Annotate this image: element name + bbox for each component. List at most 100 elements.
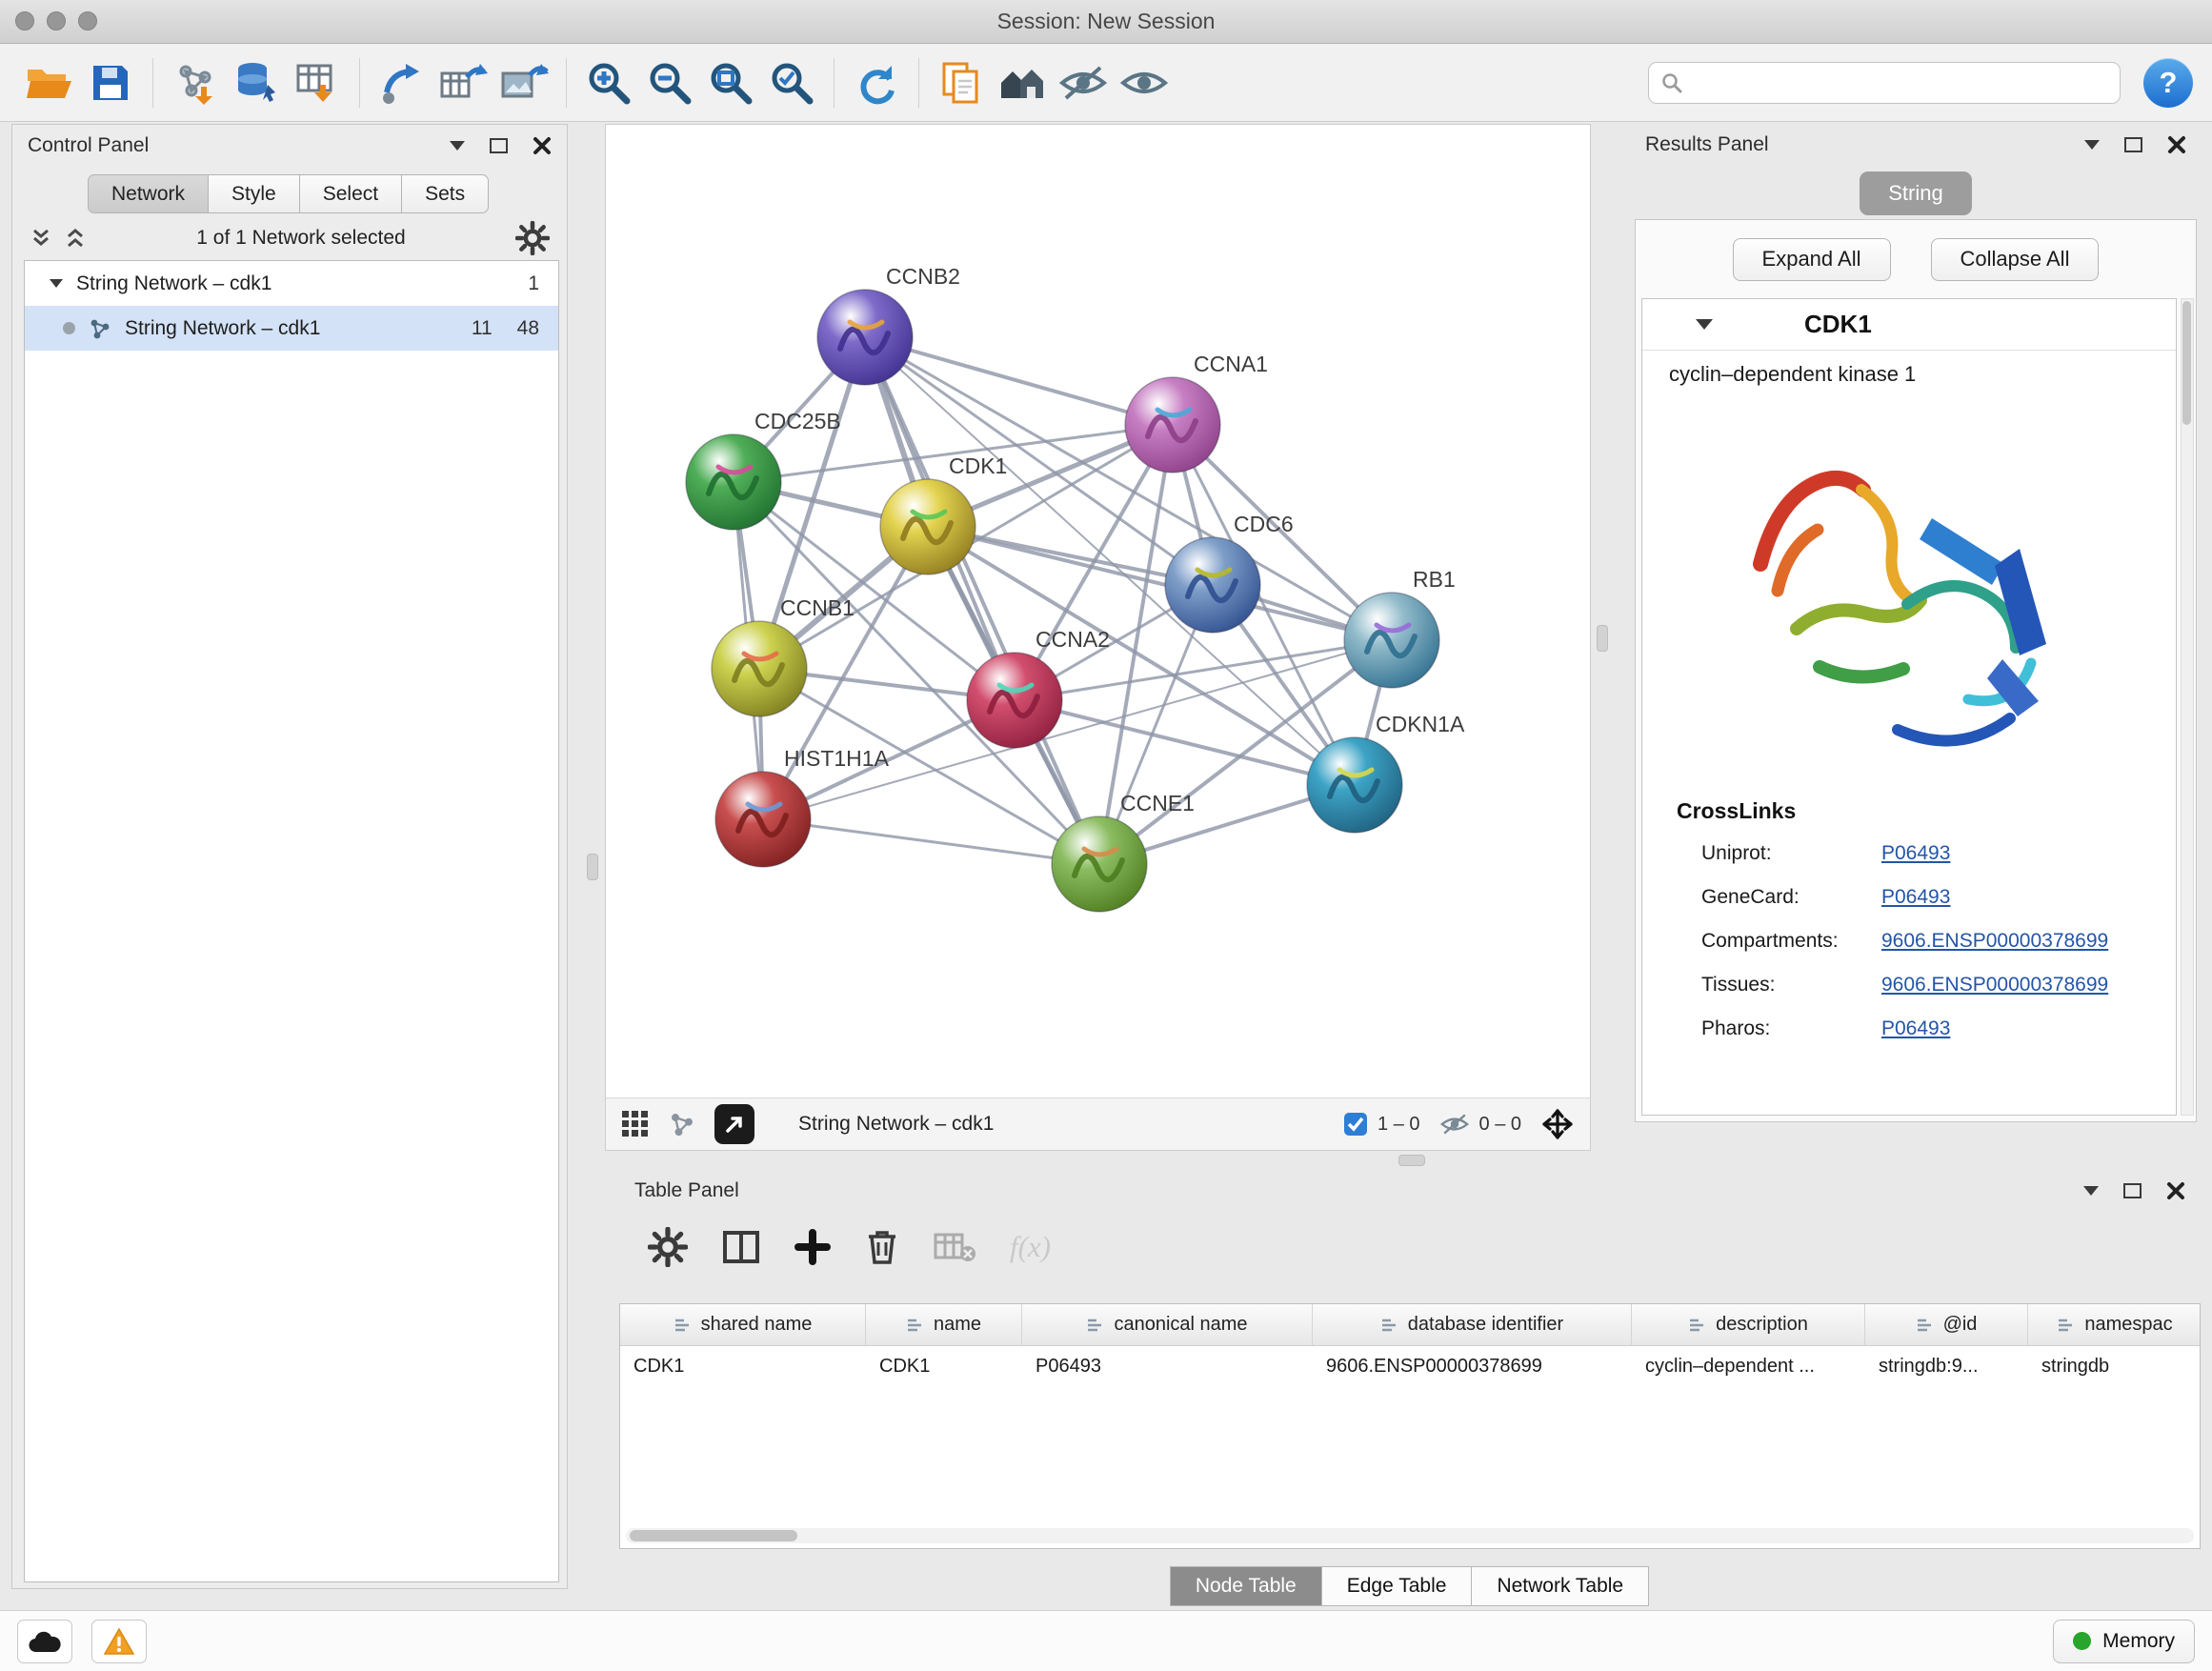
collapse-tree-icon[interactable] <box>64 228 87 249</box>
control-panel: Control Panel Network Style Select Sets … <box>11 124 568 1589</box>
cell-id[interactable]: stringdb:9... <box>1865 1346 2028 1386</box>
show-all-button[interactable] <box>1114 52 1175 113</box>
control-panel-title: Control Panel <box>28 134 149 157</box>
zoom-fit-button[interactable] <box>700 52 761 113</box>
import-network-database-button[interactable] <box>226 52 287 113</box>
table-toolbar: f(x) <box>648 1218 1051 1277</box>
open-session-button[interactable] <box>19 52 80 113</box>
table-settings-gear-icon[interactable] <box>648 1227 688 1267</box>
cell-namespace[interactable]: stringdb <box>2028 1346 2201 1386</box>
import-network-file-button[interactable] <box>165 52 226 113</box>
window-close-button[interactable] <box>15 11 34 30</box>
tab-string[interactable]: String <box>1860 171 1972 215</box>
close-panel-icon[interactable] <box>533 136 552 155</box>
tab-edge-table[interactable]: Edge Table <box>1321 1566 1473 1606</box>
tab-style[interactable]: Style <box>208 174 300 213</box>
home-button[interactable] <box>992 52 1053 113</box>
delete-column-icon[interactable] <box>865 1228 899 1266</box>
column-header[interactable]: @id <box>1865 1304 2028 1345</box>
crosslink-compartments[interactable]: 9606.ENSP00000378699 <box>1881 930 2108 953</box>
gene-detail-section: CDK1 cyclin–dependent kinase 1 <box>1641 298 2177 1116</box>
close-panel-icon[interactable] <box>2167 135 2186 154</box>
tab-network[interactable]: Network <box>88 174 209 213</box>
add-column-icon[interactable] <box>794 1229 831 1265</box>
crosslink-genecard[interactable]: P06493 <box>1881 886 1950 909</box>
float-panel-icon[interactable] <box>2084 140 2100 150</box>
float-panel-icon[interactable] <box>2083 1186 2099 1196</box>
cell-description[interactable]: cyclin–dependent ... <box>1632 1346 1865 1386</box>
network-canvas-svg[interactable]: CCNB2CCNA1CDC25BCDK1CDC6RB1CCNB1CCNA2CDK… <box>606 125 1592 1099</box>
network-type-icon <box>89 317 111 340</box>
gene-expander-icon[interactable] <box>1696 319 1713 330</box>
selected-node-edge-count: 1 – 0 <box>1377 1114 1419 1136</box>
zoom-selected-button[interactable] <box>761 52 822 113</box>
network-arrow-icon <box>379 60 425 106</box>
selected-checkbox-icon[interactable] <box>1343 1112 1368 1137</box>
float-panel-icon[interactable] <box>450 141 465 151</box>
save-session-button[interactable] <box>80 52 141 113</box>
search-input[interactable] <box>1693 71 2108 93</box>
grid-view-icon[interactable] <box>621 1110 650 1138</box>
table-horizontal-scrollbar[interactable] <box>626 1528 2194 1543</box>
refresh-view-button[interactable] <box>846 52 907 113</box>
collection-expander-icon[interactable] <box>50 279 63 288</box>
maximize-panel-icon[interactable] <box>2124 137 2142 152</box>
tab-network-table[interactable]: Network Table <box>1471 1566 1649 1606</box>
crosslink-row: Pharos: P06493 <box>1642 1007 2176 1051</box>
gene-section-header[interactable]: CDK1 <box>1642 299 2176 351</box>
cell-canonical-name[interactable]: P06493 <box>1022 1346 1313 1386</box>
splitter-handle[interactable] <box>1597 625 1608 652</box>
network-row[interactable]: String Network – cdk1 11 48 <box>25 306 558 351</box>
memory-button[interactable]: Memory <box>2053 1620 2195 1663</box>
expand-all-button[interactable]: Expand All <box>1733 238 1891 281</box>
hidden-eye-slash-icon[interactable] <box>1439 1113 1470 1136</box>
column-header[interactable]: canonical name <box>1022 1304 1313 1345</box>
collapse-all-button[interactable]: Collapse All <box>1931 238 2100 281</box>
window-minimize-button[interactable] <box>47 11 66 30</box>
cloud-status-button[interactable] <box>17 1620 72 1663</box>
help-button[interactable]: ? <box>2143 58 2193 108</box>
crosslink-uniprot[interactable]: P06493 <box>1881 842 1950 865</box>
expand-tree-icon[interactable] <box>30 228 52 249</box>
warnings-button[interactable] <box>91 1620 147 1663</box>
splitter-handle[interactable] <box>1398 1155 1425 1166</box>
table-row[interactable]: CDK1 CDK1 P06493 9606.ENSP00000378699 cy… <box>620 1346 2200 1386</box>
crosslink-pharos[interactable]: P06493 <box>1881 1017 1950 1040</box>
column-header[interactable]: name <box>866 1304 1022 1345</box>
network-collection-row[interactable]: String Network – cdk1 1 <box>25 261 558 306</box>
column-header[interactable]: shared name <box>620 1304 866 1345</box>
zoom-in-button[interactable] <box>578 52 639 113</box>
zoom-out-button[interactable] <box>639 52 700 113</box>
crosslink-tissues[interactable]: 9606.ENSP00000378699 <box>1881 974 2108 997</box>
close-panel-icon[interactable] <box>2166 1181 2185 1200</box>
splitter-handle[interactable] <box>587 854 598 880</box>
toolbar-separator <box>566 58 567 108</box>
document-button[interactable] <box>931 52 992 113</box>
cell-shared-name[interactable]: CDK1 <box>620 1346 866 1386</box>
cell-name[interactable]: CDK1 <box>866 1346 1022 1386</box>
collection-label: String Network – cdk1 <box>76 272 271 295</box>
eye-slash-icon <box>1058 64 1108 102</box>
first-neighbors-button[interactable] <box>372 52 432 113</box>
export-image-button[interactable] <box>493 52 554 113</box>
tab-select[interactable]: Select <box>299 174 402 213</box>
window-zoom-button[interactable] <box>78 11 97 30</box>
pan-mode-icon[interactable] <box>1540 1107 1575 1141</box>
maximize-panel-icon[interactable] <box>2123 1183 2142 1198</box>
detach-view-button[interactable] <box>714 1104 754 1144</box>
import-table-button[interactable] <box>287 52 348 113</box>
network-overview-icon[interactable] <box>669 1111 695 1137</box>
network-from-table-button[interactable] <box>432 52 493 113</box>
column-header[interactable]: database identifier <box>1313 1304 1632 1345</box>
column-header[interactable]: namespac <box>2028 1304 2201 1345</box>
tab-sets[interactable]: Sets <box>401 174 489 213</box>
cell-database-identifier[interactable]: 9606.ENSP00000378699 <box>1313 1346 1632 1386</box>
column-header[interactable]: description <box>1632 1304 1865 1345</box>
gear-icon[interactable] <box>515 221 550 255</box>
crosslink-label: Tissues: <box>1701 974 1881 997</box>
show-columns-icon[interactable] <box>722 1230 760 1264</box>
tab-node-table[interactable]: Node Table <box>1170 1566 1322 1606</box>
results-scrollbar[interactable] <box>2181 298 2194 1116</box>
hide-selected-button[interactable] <box>1053 52 1114 113</box>
maximize-panel-icon[interactable] <box>490 138 508 153</box>
